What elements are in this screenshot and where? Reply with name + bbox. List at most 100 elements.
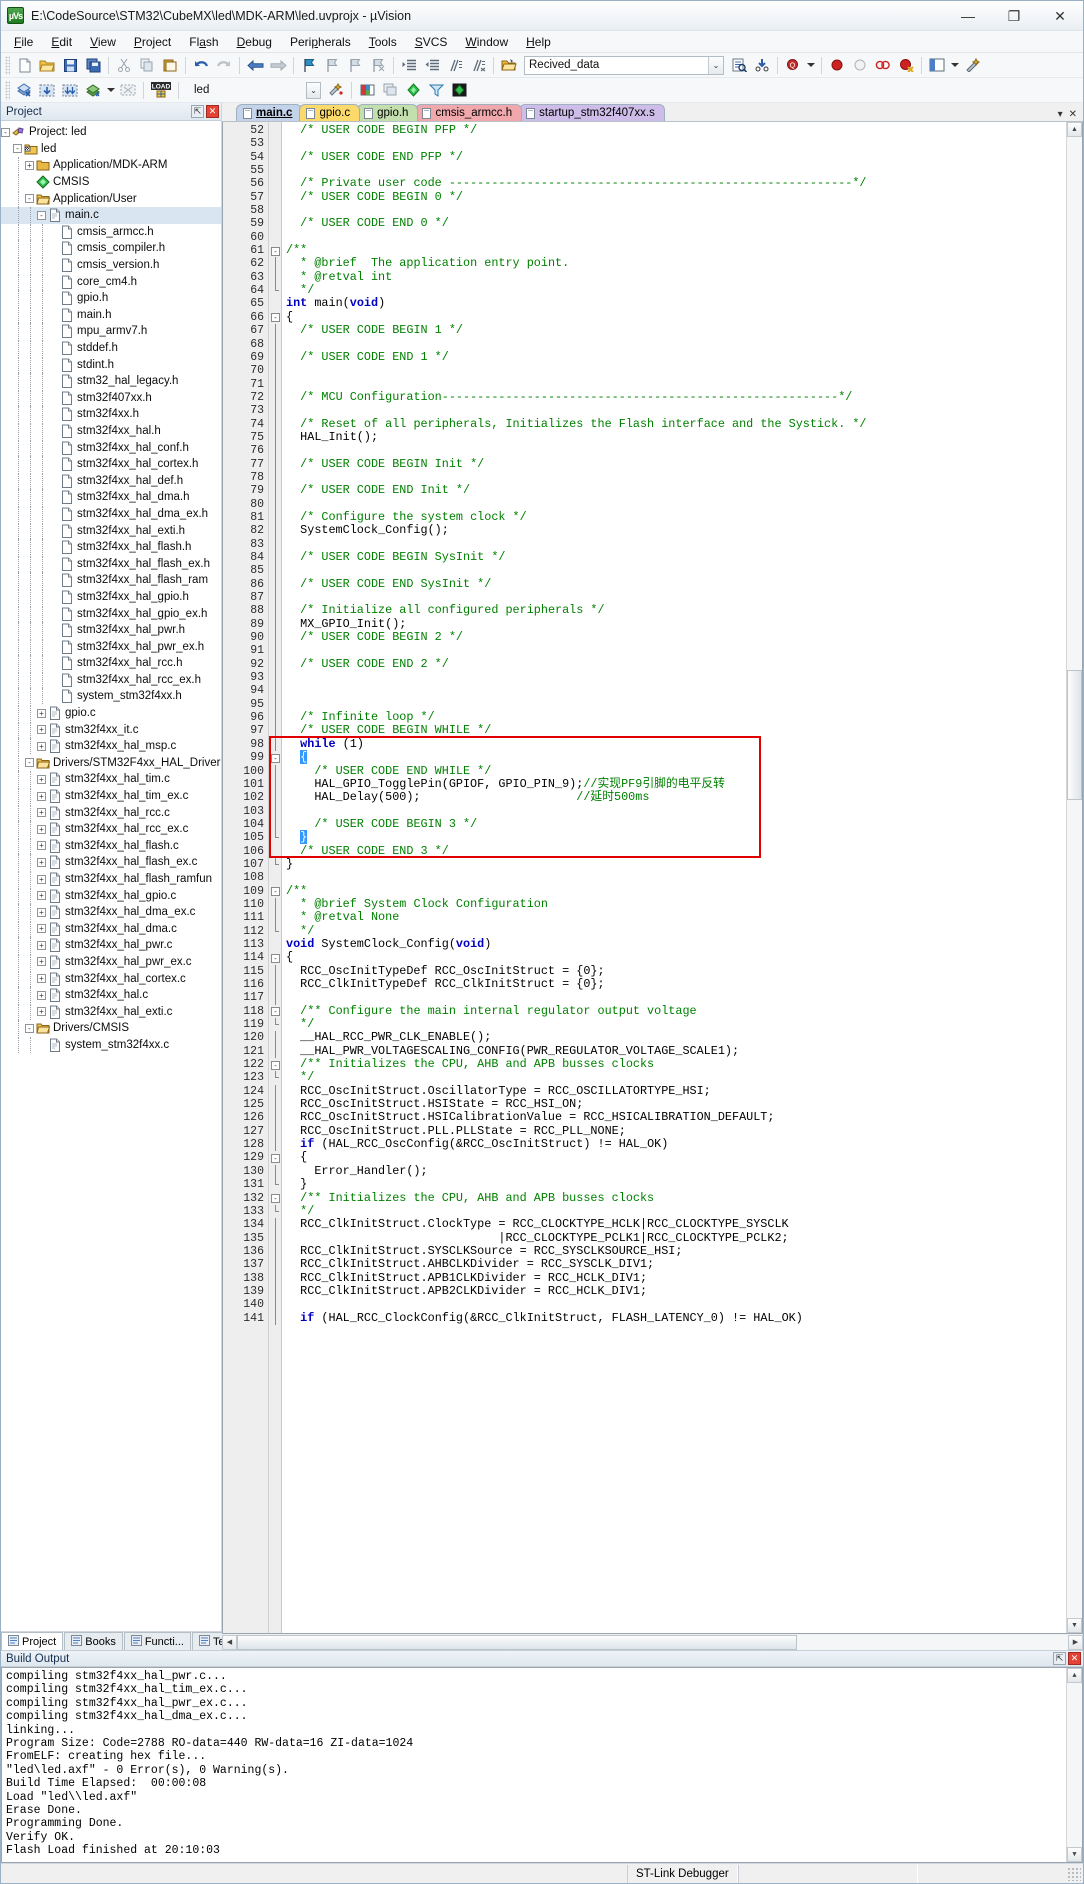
code-line[interactable] bbox=[286, 338, 1066, 351]
code-line[interactable]: /* Reset of all peripherals, Initializes… bbox=[286, 417, 1066, 431]
fold-collapse-icon[interactable]: - bbox=[271, 1060, 280, 1070]
tree-item[interactable]: stddef.h bbox=[1, 340, 221, 357]
tree-expand-icon[interactable]: + bbox=[37, 940, 46, 950]
code-line[interactable]: */ bbox=[286, 283, 1066, 297]
tree-item[interactable]: - Project: led bbox=[1, 124, 221, 141]
code-line[interactable]: /* USER CODE END 3 */ bbox=[286, 844, 1066, 858]
tree-item[interactable]: + stm32f4xx_hal.c bbox=[1, 987, 221, 1004]
kill-all-breakpoints-icon[interactable] bbox=[895, 55, 917, 76]
code-line[interactable] bbox=[286, 644, 1066, 657]
tree-expand-icon[interactable]: + bbox=[37, 741, 46, 751]
fold-collapse-icon[interactable]: - bbox=[271, 887, 280, 897]
code-line[interactable]: /* USER CODE BEGIN 2 */ bbox=[286, 630, 1066, 644]
code-folding-bar[interactable]: - - - - - - - - - bbox=[269, 122, 282, 1633]
code-line[interactable]: */ bbox=[286, 924, 1066, 938]
code-line[interactable]: /* Infinite loop */ bbox=[286, 710, 1066, 724]
code-line[interactable]: */ bbox=[286, 1071, 1066, 1084]
tree-item[interactable]: + stm32f4xx_it.c bbox=[1, 721, 221, 738]
tree-expand-icon[interactable]: + bbox=[25, 160, 34, 170]
tree-item[interactable]: + stm32f4xx_hal_pwr_ex.c bbox=[1, 953, 221, 971]
code-line[interactable]: /* MCU Configuration--------------------… bbox=[286, 390, 1066, 404]
code-line[interactable] bbox=[286, 805, 1066, 818]
code-line[interactable]: __HAL_RCC_PWR_CLK_ENABLE(); bbox=[286, 1031, 1066, 1045]
tree-expand-icon[interactable]: + bbox=[37, 907, 46, 917]
new-file-icon[interactable] bbox=[13, 55, 35, 76]
code-line[interactable]: RCC_OscInitStruct.HSIState = RCC_HSI_ON; bbox=[286, 1097, 1066, 1111]
tree-item[interactable]: + stm32f4xx_hal_tim.c bbox=[1, 771, 221, 788]
code-line[interactable]: /* USER CODE BEGIN WHILE */ bbox=[286, 724, 1066, 737]
code-line[interactable]: RCC_ClkInitTypeDef RCC_ClkInitStruct = {… bbox=[286, 977, 1066, 991]
fold-collapse-icon[interactable]: - bbox=[271, 953, 280, 963]
hscroll-track[interactable] bbox=[237, 1634, 1068, 1650]
rebuild-all-icon[interactable] bbox=[59, 80, 81, 101]
outdent-icon[interactable] bbox=[421, 55, 443, 76]
tree-expand-icon[interactable]: + bbox=[37, 891, 46, 901]
open-folder-browse-icon[interactable] bbox=[498, 55, 520, 76]
tree-item[interactable]: cmsis_armcc.h bbox=[1, 223, 221, 241]
tree-item[interactable]: - led bbox=[1, 141, 221, 158]
breakpoint-links-icon[interactable] bbox=[872, 55, 894, 76]
project-tree[interactable]: - Project: led - led + Application/MDK-ARM CMS… bbox=[1, 121, 221, 1631]
code-line[interactable]: |RCC_CLOCKTYPE_PCLK1|RCC_CLOCKTYPE_PCLK2… bbox=[286, 1231, 1066, 1245]
code-line[interactable]: /** Initializes the CPU, AHB and APB bus… bbox=[286, 1191, 1066, 1205]
hscroll-thumb[interactable] bbox=[237, 1634, 797, 1650]
bookmark-next-icon[interactable] bbox=[344, 55, 366, 76]
code-line[interactable]: int main(void) bbox=[286, 297, 1066, 311]
project-tab-books[interactable]: Books bbox=[64, 1632, 123, 1650]
options-for-target-icon[interactable] bbox=[325, 80, 347, 101]
vscroll-track[interactable] bbox=[1067, 137, 1082, 1618]
menu-help[interactable]: Help bbox=[517, 32, 560, 52]
tree-item[interactable]: + stm32f4xx_hal_rcc_ex.c bbox=[1, 821, 221, 838]
code-line[interactable] bbox=[286, 231, 1066, 244]
tree-item[interactable]: stm32f4xx_hal_gpio.h bbox=[1, 588, 221, 606]
scroll-up-arrow-icon[interactable]: ▲ bbox=[1067, 122, 1082, 137]
fold-cell[interactable]: - bbox=[269, 244, 281, 257]
code-line[interactable] bbox=[286, 204, 1066, 217]
chevron-down-icon[interactable]: ⌄ bbox=[306, 81, 321, 99]
maximize-button[interactable]: ❐ bbox=[991, 1, 1037, 31]
tree-expand-icon[interactable]: + bbox=[37, 1007, 46, 1017]
chevron-down-icon[interactable]: ⌄ bbox=[708, 56, 723, 74]
code-line[interactable] bbox=[286, 164, 1066, 177]
code-line[interactable]: /* USER CODE END Init */ bbox=[286, 484, 1066, 497]
bookmark-toggle-icon[interactable] bbox=[298, 55, 320, 76]
menu-window[interactable]: Window bbox=[456, 32, 517, 52]
tree-item[interactable]: stm32f4xx_hal_rcc.h bbox=[1, 655, 221, 672]
stop-build-icon[interactable] bbox=[117, 80, 139, 101]
tree-collapse-icon[interactable]: - bbox=[1, 127, 10, 137]
batch-dropdown-icon[interactable] bbox=[105, 80, 116, 101]
code-line[interactable]: Error_Handler(); bbox=[286, 1164, 1066, 1178]
build-vertical-scrollbar[interactable]: ▲ ▼ bbox=[1066, 1668, 1082, 1862]
tree-item[interactable]: + gpio.c bbox=[1, 705, 221, 722]
tree-item[interactable]: - Application/User bbox=[1, 190, 221, 207]
code-line[interactable] bbox=[286, 137, 1066, 150]
tree-item[interactable]: + stm32f4xx_hal_flash_ex.c bbox=[1, 854, 221, 871]
open-file-icon[interactable] bbox=[36, 55, 58, 76]
tree-item[interactable]: stm32f4xx_hal_cortex.h bbox=[1, 456, 221, 473]
tree-collapse-icon[interactable]: - bbox=[25, 194, 34, 204]
code-line[interactable]: /* USER CODE END 0 */ bbox=[286, 217, 1066, 230]
paste-icon[interactable] bbox=[159, 55, 181, 76]
code-line[interactable]: { bbox=[286, 310, 1066, 324]
build-output-body[interactable]: compiling stm32f4xx_hal_pwr.c... compilin… bbox=[1, 1667, 1083, 1863]
tab-list-dropdown-icon[interactable]: ▾ bbox=[1058, 109, 1063, 120]
code-line[interactable]: /* USER CODE BEGIN 0 */ bbox=[286, 190, 1066, 204]
find-combo[interactable]: Recived_data ⌄ bbox=[524, 55, 724, 75]
tree-expand-icon[interactable]: + bbox=[37, 924, 46, 934]
pin-button[interactable]: ⇱ bbox=[191, 105, 204, 118]
tree-item[interactable]: stm32f4xx_hal_rcc_ex.h bbox=[1, 671, 221, 689]
code-line[interactable]: RCC_ClkInitStruct.ClockType = RCC_CLOCKT… bbox=[286, 1217, 1066, 1231]
tree-item[interactable]: + stm32f4xx_hal_msp.c bbox=[1, 738, 221, 755]
tree-expand-icon[interactable]: + bbox=[37, 990, 46, 1000]
code-line[interactable]: SystemClock_Config(); bbox=[286, 523, 1066, 537]
toolbar-grip[interactable] bbox=[5, 80, 10, 100]
code-line[interactable] bbox=[286, 498, 1066, 511]
tree-item[interactable]: stm32f4xx_hal_flash.h bbox=[1, 539, 221, 556]
tree-expand-icon[interactable]: + bbox=[37, 824, 46, 834]
code-line[interactable]: /* USER CODE END 2 */ bbox=[286, 657, 1066, 671]
tree-item[interactable]: main.h bbox=[1, 306, 221, 324]
window-layout-icon[interactable] bbox=[926, 55, 948, 76]
code-line[interactable]: /* Initialize all configured peripherals… bbox=[286, 604, 1066, 617]
tree-item[interactable]: + stm32f4xx_hal_dma.c bbox=[1, 920, 221, 938]
code-line[interactable] bbox=[286, 871, 1066, 884]
